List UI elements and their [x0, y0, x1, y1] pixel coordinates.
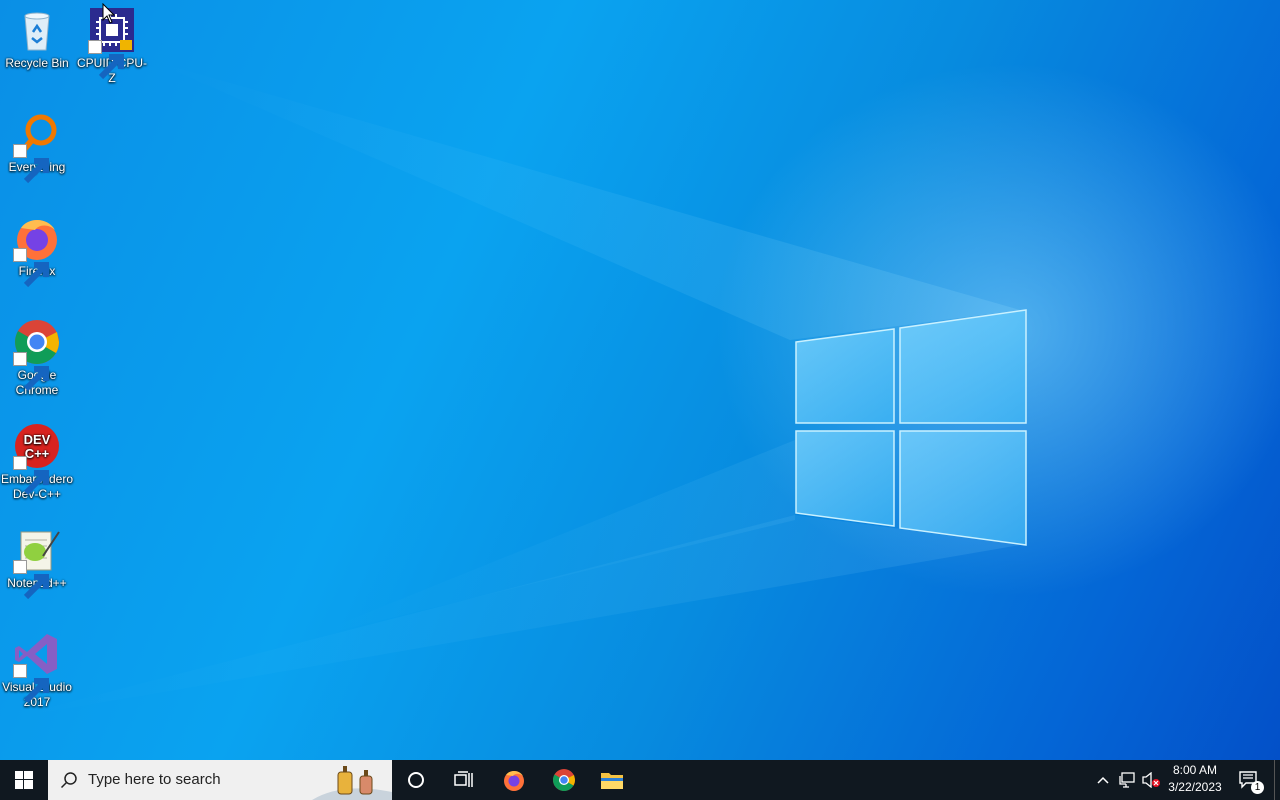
show-hidden-icons-button[interactable]: [1092, 760, 1114, 800]
notification-count-badge: 1: [1251, 781, 1264, 794]
windows-logo-wallpaper: [795, 309, 1027, 546]
start-button[interactable]: [0, 760, 48, 800]
svg-text:DEV: DEV: [24, 432, 51, 447]
clock-date: 3/22/2023: [1168, 780, 1222, 794]
task-view-button[interactable]: [440, 760, 488, 800]
taskbar-search-box[interactable]: Type here to search: [48, 760, 392, 800]
network-tray-button[interactable]: [1116, 760, 1138, 800]
taskbar-firefox[interactable]: [490, 760, 538, 800]
network-icon: [1119, 772, 1135, 788]
shortcut-arrow-icon: [13, 664, 49, 704]
volume-muted-icon: [1142, 772, 1160, 788]
desktop-icon-chrome[interactable]: Google Chrome: [0, 318, 74, 398]
shortcut-arrow-icon: [13, 352, 49, 392]
shortcut-arrow-icon: [13, 144, 49, 184]
wallpaper-light-beams: [0, 60, 1020, 720]
desktop[interactable]: Recycle Bin CPUID CPU-Z Everything Firef…: [0, 0, 1280, 760]
chevron-up-icon: [1097, 776, 1109, 784]
shortcut-arrow-icon: [13, 456, 49, 496]
desktop-icon-firefox[interactable]: Firefox: [0, 214, 74, 288]
mouse-cursor-icon: [102, 3, 116, 24]
recycle-bin-icon: [24, 12, 50, 51]
chrome-icon: [553, 769, 575, 791]
taskbar-chrome[interactable]: [540, 760, 588, 800]
taskbar: Type here to search 8:00 AM 3/22/2023 1: [0, 760, 1280, 800]
file-explorer-icon: [601, 773, 623, 789]
cortana-button[interactable]: [392, 760, 440, 800]
cortana-icon: [408, 772, 424, 788]
search-placeholder: Type here to search: [88, 771, 221, 788]
action-center-button[interactable]: 1: [1234, 760, 1264, 800]
shortcut-arrow-icon: [88, 40, 124, 80]
volume-tray-button[interactable]: [1140, 760, 1162, 800]
desktop-icon-notepadpp[interactable]: Notepad++: [0, 526, 74, 600]
taskbar-file-explorer[interactable]: [588, 760, 636, 800]
desktop-icon-recycle-bin[interactable]: Recycle Bin: [0, 6, 74, 71]
desktop-icon-visual-studio[interactable]: Visual Studio 2017: [0, 630, 74, 710]
desktop-icon-devcpp[interactable]: DEV C++ Embarcadero Dev-C++: [0, 422, 74, 502]
taskbar-clock[interactable]: 8:00 AM 3/22/2023: [1160, 762, 1230, 796]
search-icon: [60, 772, 77, 789]
firefox-icon: [504, 771, 524, 791]
show-desktop-button[interactable]: [1274, 760, 1280, 800]
shortcut-arrow-icon: [13, 560, 49, 600]
desktop-icon-everything[interactable]: Everything: [0, 110, 74, 184]
task-view-icon: [454, 771, 473, 787]
windows-start-icon: [15, 771, 33, 789]
search-highlight-lanterns-icon: [312, 766, 392, 800]
shortcut-arrow-icon: [13, 248, 49, 288]
clock-time: 8:00 AM: [1172, 763, 1218, 777]
